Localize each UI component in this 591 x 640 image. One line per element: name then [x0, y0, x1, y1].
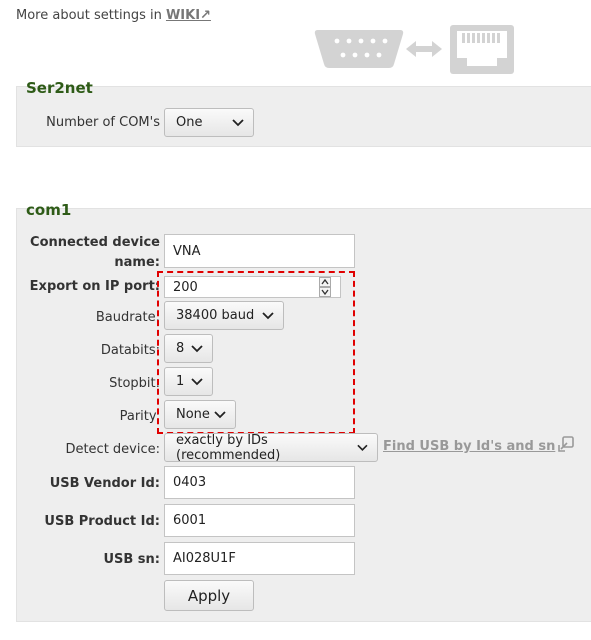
rj45-ethernet-icon	[450, 25, 514, 74]
db9-serial-icon	[314, 30, 404, 68]
num-com-select[interactable]: One	[164, 108, 254, 137]
stopbit-label: Stopbit:	[109, 376, 160, 391]
num-com-label: Number of COM's	[46, 115, 160, 130]
wiki-link[interactable]: WIKI↗	[166, 8, 211, 23]
databits-label: Databits:	[100, 343, 160, 358]
vendor-label: USB Vendor Id:	[49, 476, 160, 491]
device-name-label-line2: name:	[114, 255, 160, 270]
device-name-label: Connected device name:	[20, 233, 160, 273]
sn-input[interactable]: AI028U1F	[164, 542, 355, 575]
ser2net-title: Ser2net	[26, 79, 93, 97]
export-port-label: Export on IP port:	[29, 279, 160, 294]
product-label: USB Product Id:	[44, 514, 160, 529]
baudrate-label: Baudrate:	[95, 310, 160, 325]
find-usb-text: Find USB by Id's and sn	[383, 439, 556, 454]
wiki-info: More about settings in WIKI↗	[16, 8, 211, 23]
find-usb-link[interactable]: Find USB by Id's and sn	[383, 436, 575, 454]
com1-title: com1	[26, 201, 72, 219]
chevron-down-icon	[232, 118, 244, 126]
detect-select[interactable]: exactly by IDs (recommended)	[164, 432, 378, 463]
chevron-down-icon	[357, 444, 368, 451]
apply-button[interactable]: Apply	[164, 580, 254, 611]
external-popup-icon	[558, 436, 575, 452]
device-name-label-line1: Connected device	[30, 235, 160, 250]
serial-to-ethernet-illustration	[314, 25, 514, 74]
detect-label: Detect device:	[65, 442, 160, 457]
sn-label: USB sn:	[103, 552, 160, 567]
double-arrow-icon	[406, 41, 442, 57]
product-input[interactable]: 6001	[164, 504, 355, 537]
detect-value: exactly by IDs (recommended)	[176, 432, 281, 463]
parity-label: Parity:	[119, 409, 160, 424]
wiki-text: More about settings in	[16, 8, 162, 23]
vendor-input[interactable]: 0403	[164, 466, 355, 499]
highlight-box	[157, 271, 355, 434]
num-com-value: One	[176, 115, 203, 130]
device-name-input[interactable]: VNA	[164, 234, 355, 268]
